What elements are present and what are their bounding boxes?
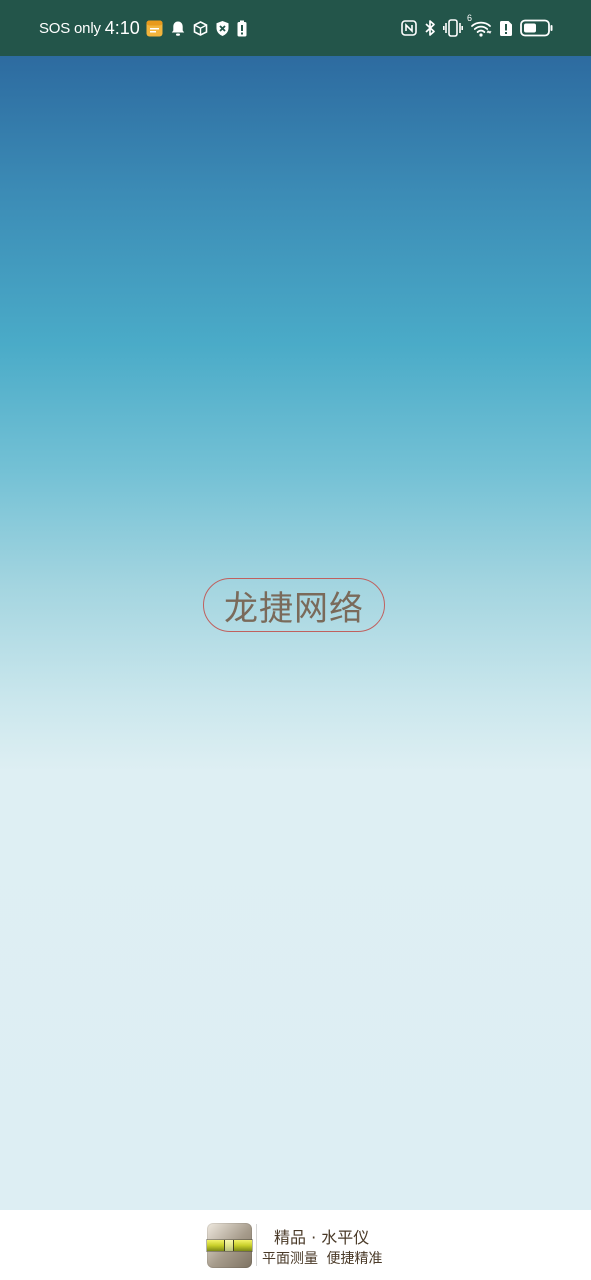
app-title: 精品 · 水平仪 — [274, 1228, 370, 1247]
sim-alert-icon — [499, 20, 513, 37]
brand-text: 龙捷网络 — [224, 588, 364, 629]
splash-background — [0, 56, 591, 1210]
status-bar-right: 6 — [401, 13, 553, 37]
box-icon — [193, 20, 208, 36]
footer-divider — [256, 1224, 257, 1266]
bell-icon — [170, 20, 186, 37]
shield-icon — [215, 20, 230, 37]
app-screen: SOS only 4:10 6 龙捷网络 精品 · 水平仪 平面测量 便捷精准 — [0, 0, 591, 1280]
level-bubble — [224, 1240, 234, 1251]
clock: 4:10 — [104, 17, 140, 38]
calendar-notification-icon — [146, 20, 163, 37]
bluetooth-icon — [424, 19, 436, 37]
nfc-icon — [401, 20, 417, 36]
vibrate-icon — [443, 19, 463, 37]
battery-icon — [520, 19, 553, 37]
wifi-icon: 6 — [467, 13, 492, 37]
carrier-label: SOS only — [39, 19, 101, 37]
app-slogan: 平面测量 便捷精准 — [262, 1251, 383, 1267]
status-bar: SOS only 4:10 6 — [0, 0, 591, 56]
battery-alert-icon — [237, 20, 247, 37]
wifi-badge: 6 — [467, 13, 473, 23]
brand-logo: 龙捷网络 — [203, 578, 385, 632]
status-bar-left: SOS only 4:10 — [39, 18, 254, 39]
splash-footer: 精品 · 水平仪 平面测量 便捷精准 — [0, 1210, 591, 1280]
spirit-level-icon — [207, 1223, 252, 1268]
